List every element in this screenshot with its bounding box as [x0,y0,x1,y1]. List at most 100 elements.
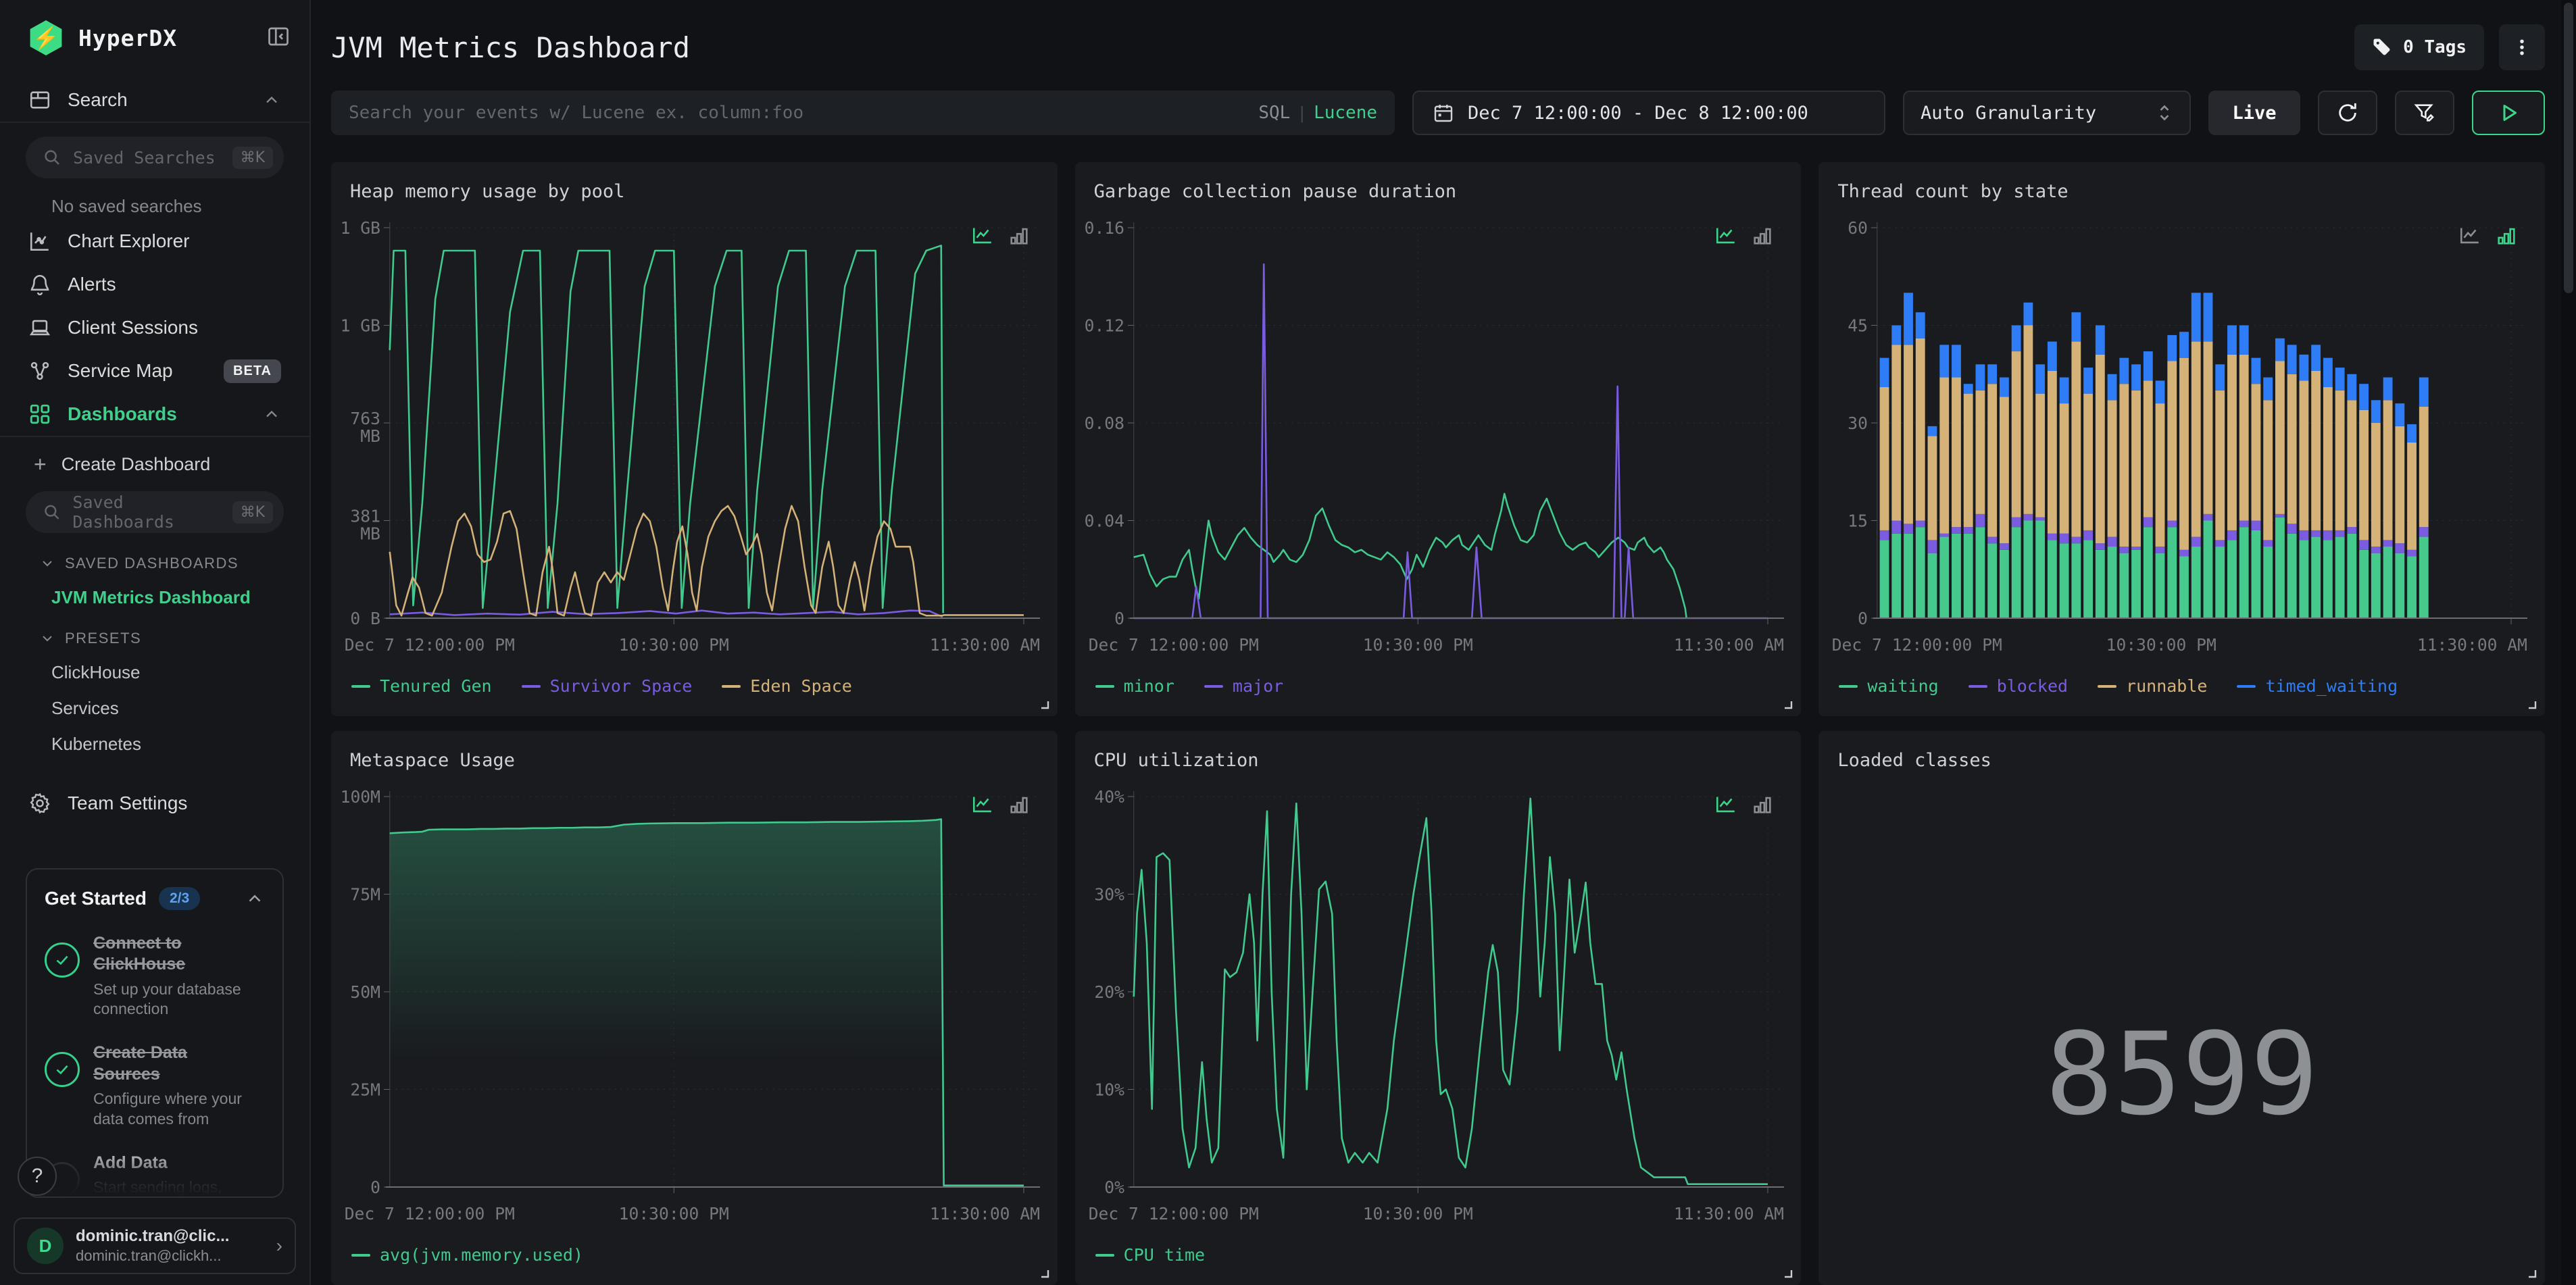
legend-item[interactable]: Eden Space [722,676,852,696]
svg-text:763MB: 763 MB [350,409,380,446]
mode-lucene[interactable]: Lucene [1314,103,1377,123]
sidebar-item-jvm-dashboard[interactable]: JVM Metrics Dashboard [0,572,309,608]
legend-item[interactable]: Survivor Space [521,676,692,696]
saved-dashboards-placeholder: Saved Dashboards [72,493,174,532]
chevron-up-icon[interactable] [262,91,281,109]
svg-text:25M: 25M [350,1080,380,1099]
sidebar-item-alerts[interactable]: Alerts [0,263,309,306]
svg-text:11:30:00 AM: 11:30:00 AM [930,1204,1040,1224]
task-title: Add Data [93,1153,168,1172]
svg-text:30%: 30% [1094,884,1124,904]
get-started-item-add-data[interactable]: Add Data Start sending logs, metrics, or… [45,1153,265,1196]
sidebar-item-team-settings[interactable]: Team Settings [0,782,309,825]
chart-metaspace: 100M 75M 50M 25M 0 Dec 7 12:00:00 PM 10:30:00 … [331,782,1058,1234]
bar-chart-toggle-icon[interactable] [1751,793,1774,816]
event-search-box: SQL | Lucene [331,91,1395,135]
legend-item[interactable]: minor [1095,676,1174,696]
resize-handle-icon[interactable] [1037,697,1051,711]
chart-thread-count: 60 45 30 15 0 Dec 7 12:00:00 PM 10:30:00 PM 11:… [1818,213,2545,665]
refresh-icon [2339,103,2356,122]
select-chevrons-icon [2160,105,2169,121]
legend-item[interactable]: runnable [2098,676,2207,696]
preset-kubernetes[interactable]: Kubernetes [0,719,309,755]
legend-item[interactable]: Tenured Gen [351,676,492,696]
create-dashboard-button[interactable]: + Create Dashboard [0,437,309,478]
sidebar-collapse-icon[interactable] [266,24,291,52]
svg-text:11:30:00 AM: 11:30:00 AM [1674,635,1784,655]
search-input[interactable] [349,103,1259,123]
sidebar-item-chart-explorer[interactable]: Chart Explorer [0,220,309,263]
legend-item[interactable]: CPU time [1095,1245,1205,1265]
filter-button[interactable] [2395,91,2454,135]
refresh-button[interactable] [2318,91,2377,135]
chart-legend: Tenured Gen Survivor Space Eden Space [331,665,1058,696]
chevron-up-icon[interactable] [245,888,265,909]
tags-button[interactable]: 0 Tags [2354,24,2484,70]
panel-heap-memory: Heap memory usage by pool 1 GB 1 GB 763 MB 3… [331,162,1058,716]
saved-searches-input[interactable]: Saved Searches ⌘K [26,136,284,178]
line-chart-toggle-icon[interactable] [971,224,994,247]
shortcut-badge: ⌘K [232,501,273,524]
bell-icon [30,275,49,296]
tag-icon [2373,39,2390,55]
search-icon [45,505,59,520]
chevron-up-icon[interactable] [262,405,281,424]
legend-item[interactable]: avg(jvm.memory.used) [351,1245,583,1265]
svg-text:0 B: 0 B [350,609,380,628]
title-row: JVM Metrics Dashboard 0 Tags [331,0,2561,70]
saved-dashboards-input[interactable]: Saved Dashboards ⌘K [26,491,284,533]
line-chart-toggle-icon[interactable] [971,793,994,816]
saved-searches-placeholder: Saved Searches [73,147,216,168]
bar-chart-toggle-icon[interactable] [1008,793,1031,816]
resize-handle-icon[interactable] [1037,1266,1051,1280]
laptop-icon [29,320,51,336]
avatar: D [27,1228,64,1264]
sidebar-item-client-sessions[interactable]: Client Sessions [0,306,309,349]
legend-item[interactable]: waiting [1839,676,1939,696]
bar-chart-toggle-icon[interactable] [2495,224,2518,247]
resize-handle-icon[interactable] [1781,1266,1794,1280]
sidebar-item-label: Alerts [68,274,116,295]
live-button[interactable]: Live [2208,91,2300,135]
legend-label: waiting [1867,676,1939,696]
svg-text:Dec 7 12:00:00 PM: Dec 7 12:00:00 PM [1832,635,2002,655]
legend-item[interactable]: timed_waiting [2237,676,2398,696]
bar-chart-toggle-icon[interactable] [1008,224,1031,247]
user-name: dominic.tran@clic... [76,1227,230,1245]
preset-clickhouse[interactable]: ClickHouse [0,647,309,683]
legend-item[interactable]: major [1204,676,1283,696]
sidebar-item-service-map[interactable]: Service Map BETA [0,349,309,393]
filter-edit-icon [2414,104,2434,122]
svg-text:11:30:00 AM: 11:30:00 AM [930,635,1040,655]
dashboard-menu-button[interactable] [2499,24,2545,70]
resize-handle-icon[interactable] [2525,697,2538,711]
user-menu[interactable]: D dominic.tran@clic... dominic.tran@clic… [14,1217,296,1274]
granularity-select[interactable]: Auto Granularity [1903,91,2191,135]
legend-swatch [1968,684,1987,688]
bar-chart-toggle-icon[interactable] [1751,224,1774,247]
line-chart-toggle-icon[interactable] [1714,224,1737,247]
legend-item[interactable]: blocked [1968,676,2068,696]
resize-handle-icon[interactable] [2525,1266,2538,1280]
resize-handle-icon[interactable] [1781,697,1794,711]
get-started-item-sources[interactable]: Create Data Sources Configure where your… [45,1042,265,1129]
svg-text:10:30:00 PM: 10:30:00 PM [619,635,729,655]
section-saved-dashboards[interactable]: SAVED DASHBOARDS [0,533,309,572]
section-presets[interactable]: PRESETS [0,608,309,647]
task-desc: Set up your database connection [93,980,241,1018]
sidebar: ⚡ HyperDX Search Saved Searches ⌘K No sa… [0,0,311,1285]
no-saved-searches-text: No saved searches [51,196,202,216]
line-chart-toggle-icon[interactable] [2458,224,2481,247]
preset-services[interactable]: Services [0,683,309,719]
scrollbar-thumb[interactable] [2564,3,2573,293]
line-chart-toggle-icon[interactable] [1714,793,1737,816]
get-started-item-connect[interactable]: Connect to ClickHouse Set up your databa… [45,933,265,1019]
sidebar-item-dashboards[interactable]: Dashboards [0,393,309,436]
check-circle-icon [45,1052,80,1088]
date-range-picker[interactable]: Dec 7 12:00:00 - Dec 8 12:00:00 [1412,91,1885,135]
help-button[interactable]: ? [18,1157,57,1196]
mode-sql[interactable]: SQL [1258,103,1290,123]
logo-row: ⚡ HyperDX [0,0,309,55]
run-query-button[interactable] [2472,91,2545,135]
sidebar-item-search[interactable]: Search [0,78,309,122]
